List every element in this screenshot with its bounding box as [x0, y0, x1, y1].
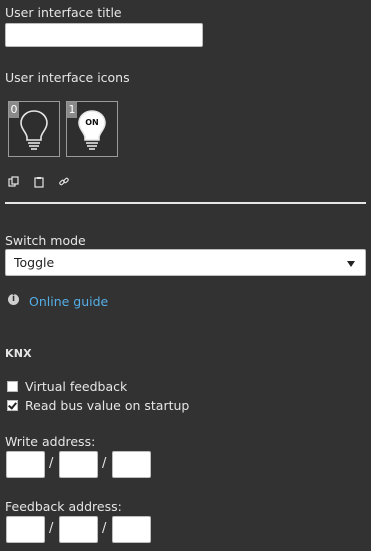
icon-slot-1[interactable]: 1 ON — [66, 101, 118, 157]
read-on-startup-checkbox[interactable] — [7, 400, 18, 411]
address-separator: / — [102, 456, 107, 471]
ui-title-input[interactable] — [5, 23, 203, 47]
write-address-label: Write address: — [5, 434, 96, 449]
section-title-knx: KNX — [5, 347, 32, 360]
address-separator: / — [49, 521, 54, 536]
lightbulb-on-icon — [78, 110, 106, 150]
ui-icons-label: User interface icons — [5, 70, 130, 85]
info-icon: i — [8, 294, 19, 305]
read-on-startup-label: Read bus value on startup — [25, 398, 190, 413]
virtual-feedback-label: Virtual feedback — [25, 379, 128, 394]
feedback-address-sub-input[interactable] — [112, 516, 151, 543]
chevron-down-icon — [347, 261, 355, 267]
lightbulb-off-icon — [20, 110, 48, 150]
divider — [5, 202, 366, 204]
switch-mode-label: Switch mode — [5, 233, 86, 248]
ui-title-label: User interface title — [5, 5, 122, 20]
write-address-sub-input[interactable] — [112, 451, 151, 478]
feedback-address-middle-input[interactable] — [59, 516, 98, 543]
write-address-middle-input[interactable] — [59, 451, 98, 478]
feedback-address-main-input[interactable] — [6, 516, 45, 543]
write-address-main-input[interactable] — [6, 451, 45, 478]
clipboard-icon[interactable] — [33, 176, 45, 188]
feedback-address-label: Feedback address: — [5, 499, 122, 514]
link-icon[interactable] — [58, 176, 70, 188]
switch-mode-value: Toggle — [14, 255, 55, 270]
online-guide-link[interactable]: Online guide — [29, 294, 108, 309]
icon-on-badge: ON — [85, 118, 99, 127]
icon-slot-0[interactable]: 0 — [8, 101, 60, 157]
virtual-feedback-checkbox[interactable] — [7, 381, 18, 392]
copy-icon[interactable] — [8, 176, 20, 188]
address-separator: / — [102, 521, 107, 536]
address-separator: / — [49, 456, 54, 471]
check-icon — [8, 400, 17, 410]
switch-mode-select[interactable]: Toggle — [5, 249, 366, 276]
